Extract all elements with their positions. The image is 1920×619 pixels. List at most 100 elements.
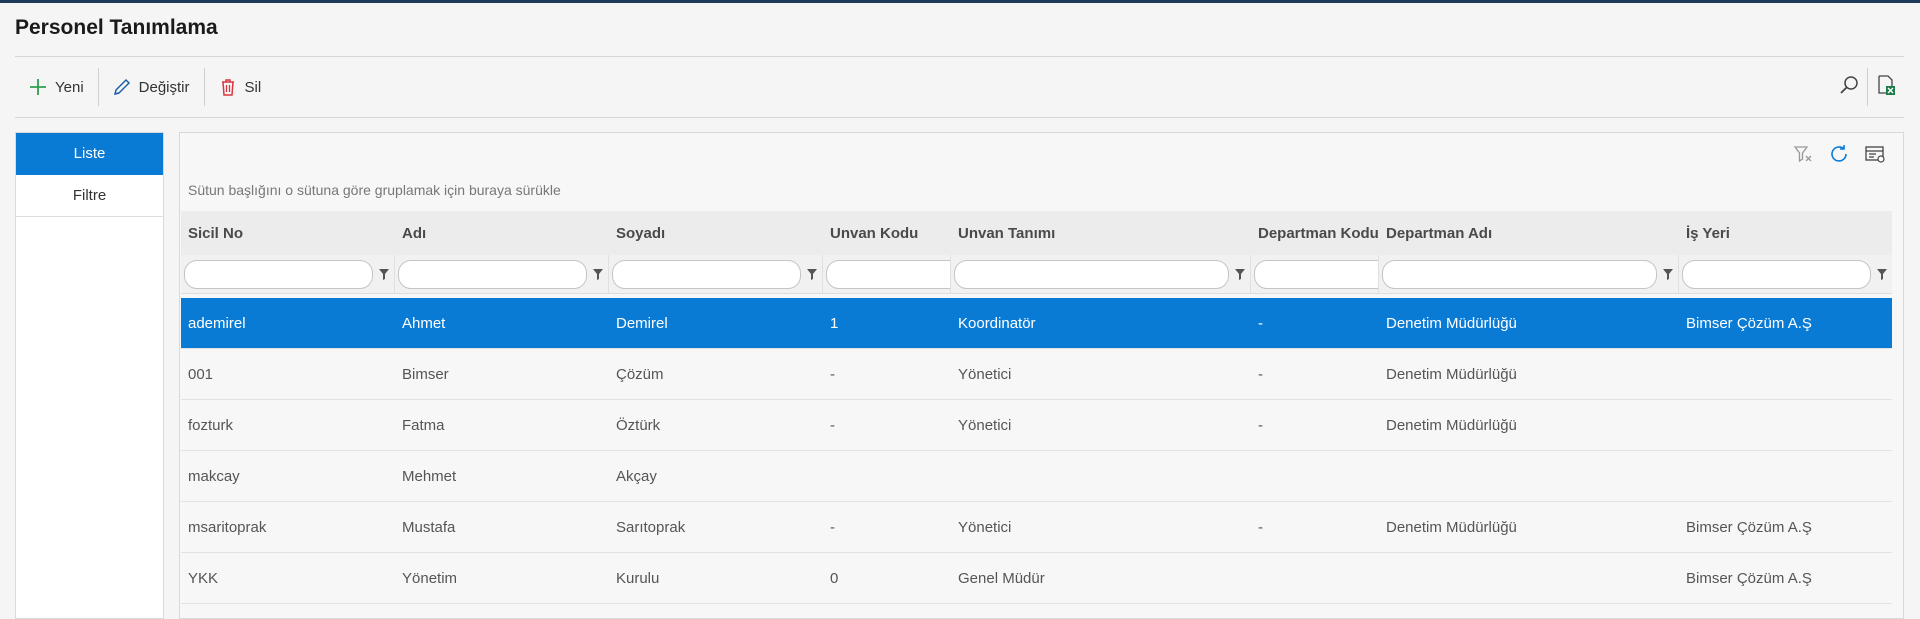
table-cell: Fatma (402, 416, 445, 434)
filter-cell (1379, 255, 1679, 293)
table-cell: - (1258, 518, 1263, 536)
filter-input[interactable] (1682, 259, 1871, 289)
filter-input[interactable] (826, 259, 950, 289)
table-cell: 0 (830, 569, 839, 587)
table-cell: Sarıtoprak (616, 518, 686, 536)
top-accent-line (0, 0, 1920, 3)
filter-input[interactable] (184, 259, 373, 289)
filter-icon[interactable] (591, 267, 605, 281)
table-cell: Yönetici (958, 365, 1012, 383)
table-row[interactable]: msaritoprak Mustafa Sarıtoprak - Yönetici - De… (181, 502, 1892, 553)
filter-input[interactable] (1254, 259, 1378, 289)
column-header-unvan-kodu[interactable]: Unvan Kodu (823, 211, 951, 255)
table-cell (951, 451, 1251, 501)
grid-body: ademirel Ahmet Demirel 1 Koordinatör - Denetim… (181, 298, 1892, 604)
filter-cell (609, 255, 823, 293)
table-cell (1251, 451, 1379, 501)
table-cell: Genel Müdür (958, 569, 1045, 587)
table-cell: Ahmet (402, 314, 446, 332)
table-cell (1251, 553, 1379, 603)
column-header-adi[interactable]: Adı (395, 211, 609, 255)
filter-icon[interactable] (805, 267, 819, 281)
table-cell: Akçay (616, 467, 657, 485)
column-header-unvan-tanimi[interactable]: Unvan Tanımı (951, 211, 1251, 255)
grid-toolbar (1789, 143, 1889, 169)
clear-filter-icon (1793, 144, 1813, 169)
table-cell (1679, 400, 1892, 450)
sidenav-item-filtre[interactable]: Filtre (16, 175, 163, 217)
refresh-icon (1828, 143, 1850, 170)
table-cell: Öztürk (616, 416, 661, 434)
column-header-soyadi[interactable]: Soyadı (609, 211, 823, 255)
filter-cell (181, 255, 395, 293)
delete-button-label: Sil (244, 78, 262, 96)
filter-input[interactable] (612, 259, 801, 289)
table-row[interactable]: makcay Mehmet Akçay (181, 451, 1892, 502)
filter-icon[interactable] (1233, 267, 1247, 281)
table-cell: Denetim Müdürlüğü (1386, 416, 1517, 434)
column-chooser-button[interactable] (1861, 143, 1889, 169)
filter-input[interactable] (398, 259, 587, 289)
pencil-icon (111, 76, 133, 98)
filter-icon[interactable] (377, 267, 391, 281)
table-cell (1379, 553, 1679, 603)
data-grid-panel: Sütun başlığını o sütuna göre gruplamak … (179, 132, 1904, 619)
column-header-departman-kodu[interactable]: Departman Kodu (1251, 211, 1379, 255)
table-cell: Yönetici (958, 416, 1012, 434)
header-row: Sicil No Adı Soyadı Unvan Kodu Unvan Tan… (181, 211, 1892, 255)
table-cell: 001 (188, 365, 214, 383)
table-cell: Bimser Çözüm A.Ş (1686, 569, 1812, 587)
new-button[interactable]: Yeni (15, 70, 98, 104)
filter-input[interactable] (954, 259, 1229, 289)
filter-cell (1251, 255, 1379, 293)
search-icon (1838, 74, 1860, 101)
search-button[interactable] (1831, 70, 1867, 104)
table-cell (1379, 451, 1679, 501)
table-cell: - (1258, 365, 1263, 383)
edit-button-label: Değiştir (138, 78, 190, 96)
edit-button[interactable]: Değiştir (99, 70, 204, 104)
table-row[interactable]: 001 Bimser Çözüm - Yönetici - Denetim Müdürlüğ… (181, 349, 1892, 400)
excel-export-button[interactable] (1868, 70, 1904, 104)
table-row[interactable]: YKK Yönetim Kurulu 0 Genel Müdür Bimser Çözüm… (181, 553, 1892, 604)
table-cell: Denetim Müdürlüğü (1386, 314, 1517, 332)
clear-filter-button[interactable] (1789, 143, 1817, 169)
table-cell: Çözüm (616, 365, 664, 383)
table-cell: - (830, 365, 835, 383)
table-cell: Bimser Çözüm A.Ş (1686, 518, 1812, 536)
refresh-button[interactable] (1825, 143, 1853, 169)
sidenav-item-liste[interactable]: Liste (16, 133, 163, 175)
toolbar: Yeni Değiştir Sil (15, 68, 276, 106)
column-header-departman-adi[interactable]: Departman Adı (1379, 211, 1679, 255)
table-cell: msaritoprak (188, 518, 267, 536)
filter-row (181, 255, 1892, 294)
group-panel-hint[interactable]: Sütun başlığını o sütuna göre gruplamak … (188, 182, 561, 198)
table-cell: - (1258, 314, 1263, 332)
table-cell: - (830, 518, 835, 536)
table-cell: ademirel (188, 314, 246, 332)
table-cell: Demirel (616, 314, 668, 332)
divider (15, 56, 1904, 57)
filter-input[interactable] (1382, 259, 1657, 289)
filter-cell (1679, 255, 1892, 293)
filter-icon[interactable] (1875, 267, 1889, 281)
table-cell: Denetim Müdürlüğü (1386, 365, 1517, 383)
column-header-is-yeri[interactable]: İş Yeri (1679, 211, 1892, 255)
table-cell: - (1258, 416, 1263, 434)
table-cell: - (830, 416, 835, 434)
table-row[interactable]: ademirel Ahmet Demirel 1 Koordinatör - Denetim… (181, 298, 1892, 349)
page-title: Personel Tanımlama (15, 16, 218, 39)
table-row[interactable]: fozturk Fatma Öztürk - Yönetici - Denetim Müdü… (181, 400, 1892, 451)
table-cell (1679, 349, 1892, 399)
table-cell: 1 (830, 314, 839, 332)
table-cell (823, 451, 951, 501)
column-header-sicil-no[interactable]: Sicil No (181, 211, 395, 255)
filter-icon[interactable] (1661, 267, 1675, 281)
delete-button[interactable]: Sil (205, 70, 276, 104)
divider (15, 117, 1904, 118)
filter-cell (951, 255, 1251, 293)
table-cell: Mustafa (402, 518, 456, 536)
table-cell: Bimser Çözüm A.Ş (1686, 314, 1812, 332)
sidenav-item-label: Filtre (72, 187, 107, 204)
excel-export-icon (1875, 74, 1897, 101)
